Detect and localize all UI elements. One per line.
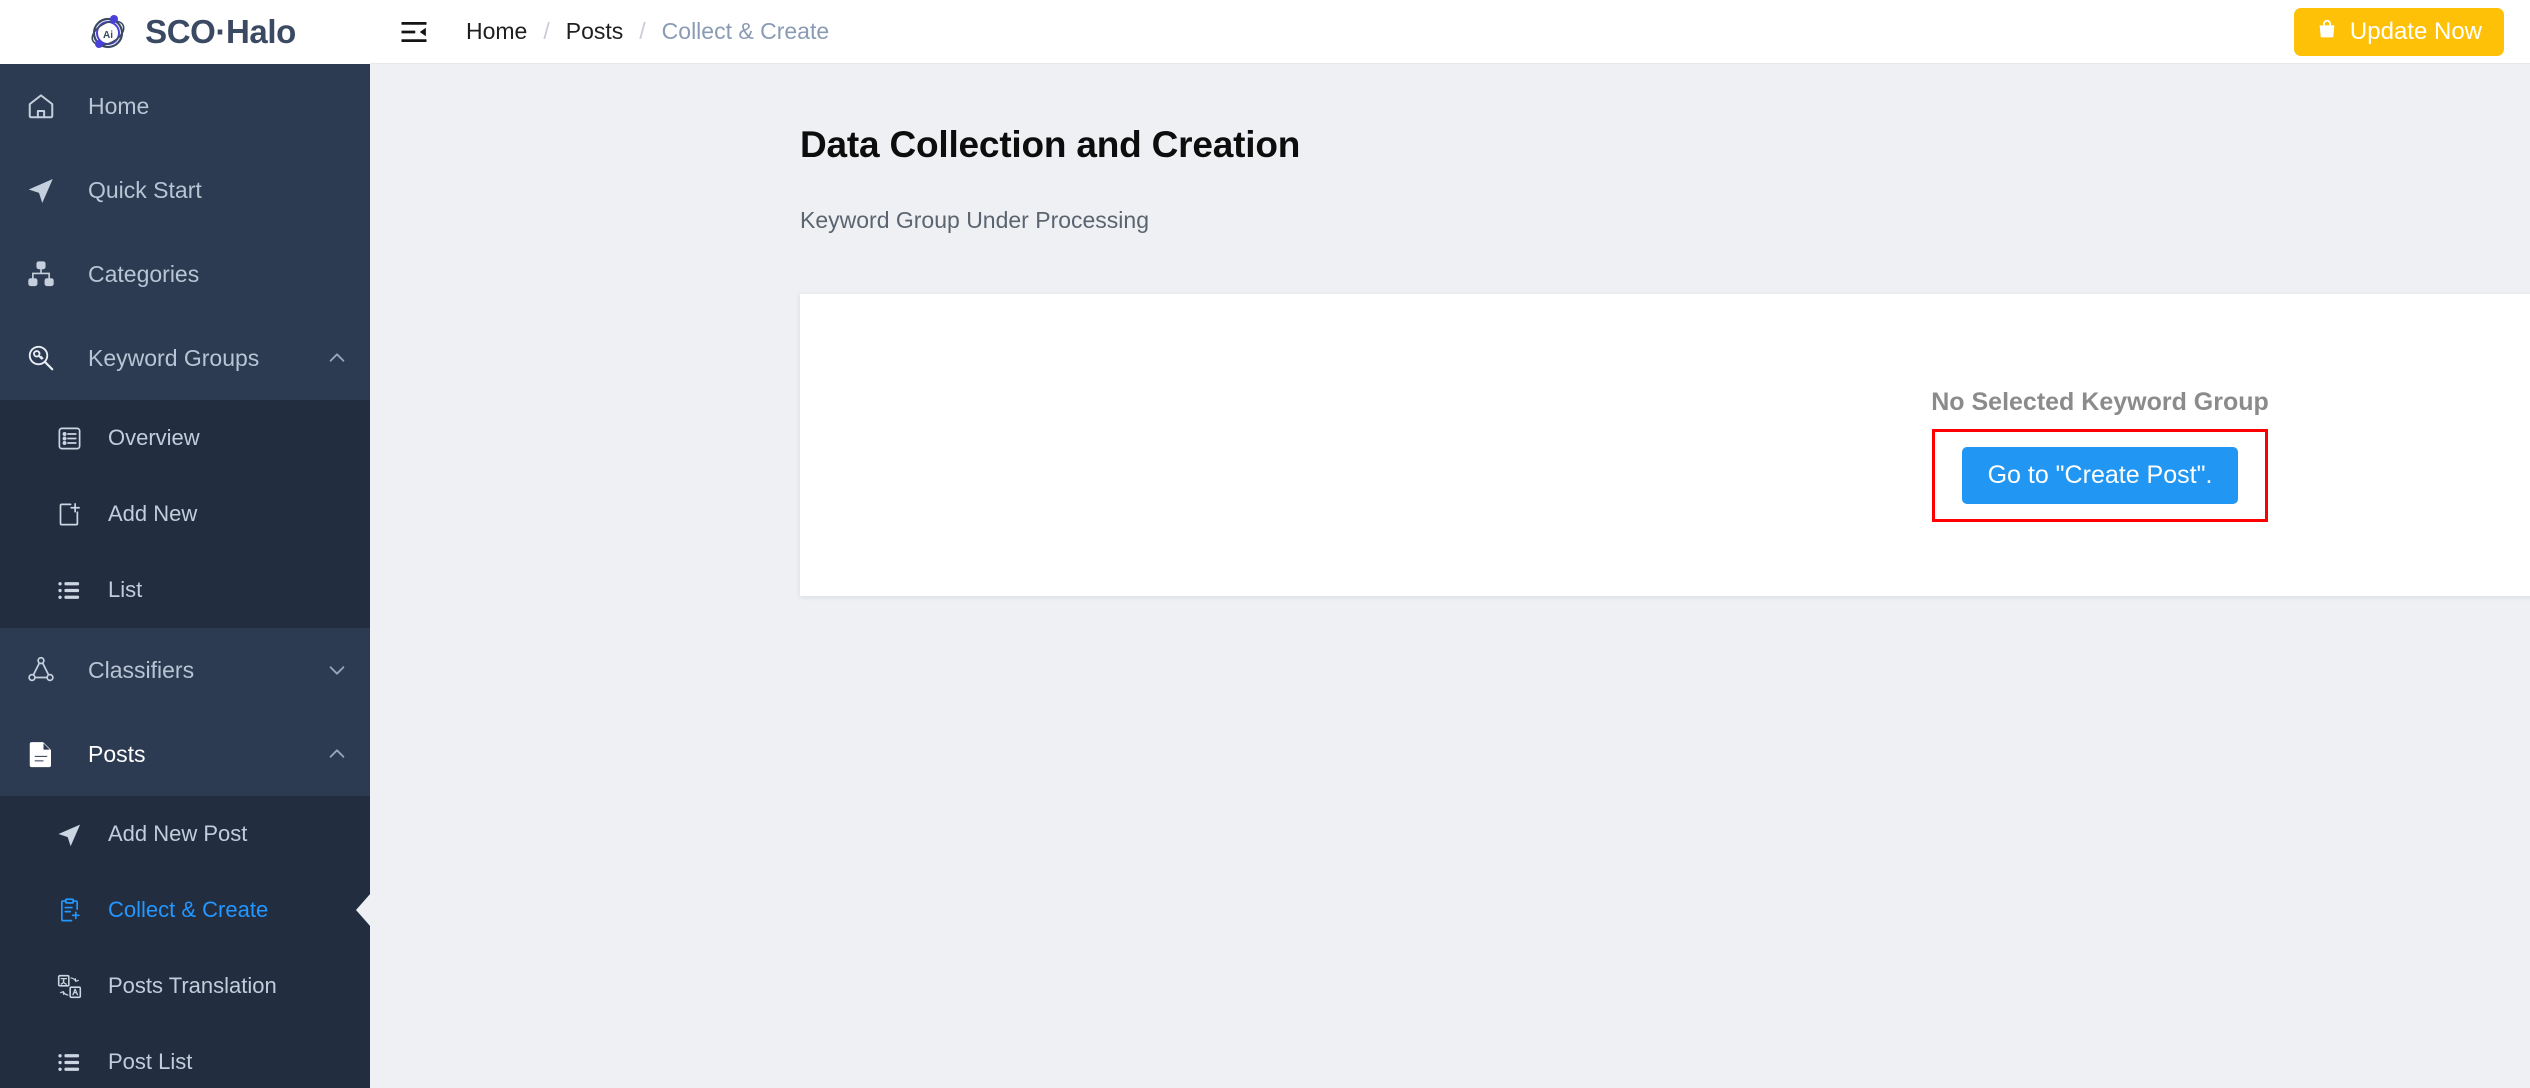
sidebar-item-categories[interactable]: Categories — [0, 232, 370, 316]
app-root: Ai SCO·Halo Home Quick Start Categories … — [0, 0, 2530, 1088]
breadcrumb: Home / Posts / Collect & Create — [466, 18, 829, 45]
highlight-box: Go to "Create Post". — [1931, 429, 2269, 522]
sidebar-item-label: Keyword Groups — [88, 344, 260, 371]
brand-name: SCO·Halo — [145, 13, 296, 50]
sidebar-item-label: Categories — [88, 260, 200, 287]
main-area: Home / Posts / Collect & Create Update N… — [370, 0, 2530, 1088]
sidebar-item-home[interactable]: Home — [0, 64, 370, 148]
brand-header[interactable]: Ai SCO·Halo — [0, 0, 370, 64]
network-nodes-icon — [26, 655, 66, 685]
sidebar-subitem-overview[interactable]: Overview — [0, 400, 370, 476]
chevron-down-icon[interactable] — [314, 659, 360, 681]
breadcrumb-item-collect-and-create: Collect & Create — [661, 18, 830, 44]
page-subtitle: Keyword Group Under Processing — [800, 207, 1149, 233]
topbar: Home / Posts / Collect & Create Update N… — [370, 0, 2530, 64]
clipboard-plus-icon — [52, 897, 86, 924]
update-now-button[interactable]: Update Now — [2293, 8, 2504, 56]
sidebar-subitem-add-new-post[interactable]: Add New Post — [0, 796, 370, 872]
sidebar-item-posts[interactable]: Posts — [0, 712, 370, 796]
sidebar-subitem-collect-and-create[interactable]: Collect & Create — [0, 872, 370, 948]
page-title: Data Collection and Creation — [800, 124, 1301, 165]
chevron-up-icon[interactable] — [314, 743, 360, 765]
key-search-icon — [26, 343, 66, 373]
translate-icon — [52, 973, 86, 1000]
empty-state: No Selected Keyword Group Go to "Create … — [1930, 388, 2270, 522]
active-indicator-arrow — [356, 893, 370, 927]
paper-plane-icon — [52, 821, 86, 848]
breadcrumb-separator: / — [543, 18, 550, 44]
sidebar-item-label: Classifiers — [88, 656, 195, 683]
sidebar-item-keyword-groups[interactable]: Keyword Groups — [0, 316, 370, 400]
sidebar-item-label: Posts — [88, 740, 146, 767]
sidebar: Ai SCO·Halo Home Quick Start Categories … — [0, 0, 370, 1088]
sidebar-subitem-label: Post List — [108, 1049, 193, 1074]
update-now-label: Update Now — [2349, 18, 2482, 45]
sidebar-subitem-label: List — [108, 577, 143, 602]
sidebar-subitem-label: Add New — [108, 501, 198, 526]
ai-atom-logo-icon: Ai — [84, 8, 132, 56]
content-area: Data Collection and Creation Keyword Gro… — [370, 64, 2530, 1088]
sidebar-subitem-post-list[interactable]: Post List — [0, 1024, 370, 1088]
keyword-groups-submenu: Overview Add New List — [0, 400, 370, 628]
breadcrumb-item-posts[interactable]: Posts — [566, 18, 624, 45]
sidebar-subitem-label: Add New Post — [108, 821, 248, 846]
sidebar-subitem-list[interactable]: List — [0, 552, 370, 628]
menu-fold-icon[interactable] — [396, 14, 432, 50]
go-to-create-post-button[interactable]: Go to "Create Post". — [1961, 447, 2239, 504]
bullet-list-icon — [52, 1049, 86, 1076]
file-plus-icon — [52, 501, 86, 528]
sidebar-subitem-label: Collect & Create — [108, 897, 269, 922]
bullet-list-icon — [52, 577, 86, 604]
posts-submenu: Add New Post Collect & Create Posts Tran… — [0, 796, 370, 1088]
svg-text:Ai: Ai — [103, 30, 113, 41]
paper-plane-icon — [26, 175, 66, 205]
sidebar-item-quick-start[interactable]: Quick Start — [0, 148, 370, 232]
breadcrumb-separator: / — [639, 18, 646, 44]
sitemap-icon — [26, 259, 66, 289]
chevron-up-icon[interactable] — [314, 347, 360, 369]
sidebar-subitem-add-new[interactable]: Add New — [0, 476, 370, 552]
document-icon — [26, 739, 66, 769]
sidebar-subitem-label: Overview — [108, 425, 200, 450]
breadcrumb-item-home[interactable]: Home — [466, 18, 527, 45]
list-box-icon — [52, 425, 86, 452]
sidebar-item-label: Home — [88, 92, 150, 119]
shopping-bag-icon — [2316, 18, 2338, 47]
sidebar-item-classifiers[interactable]: Classifiers — [0, 628, 370, 712]
sidebar-nav: Home Quick Start Categories Keyword Grou… — [0, 64, 370, 1088]
home-icon — [26, 91, 66, 121]
empty-state-message: No Selected Keyword Group — [1931, 388, 2269, 416]
sidebar-subitem-label: Posts Translation — [108, 973, 277, 998]
sidebar-subitem-posts-translation[interactable]: Posts Translation — [0, 948, 370, 1024]
content-card: No Selected Keyword Group Go to "Create … — [800, 294, 2530, 596]
sidebar-item-label: Quick Start — [88, 176, 202, 203]
